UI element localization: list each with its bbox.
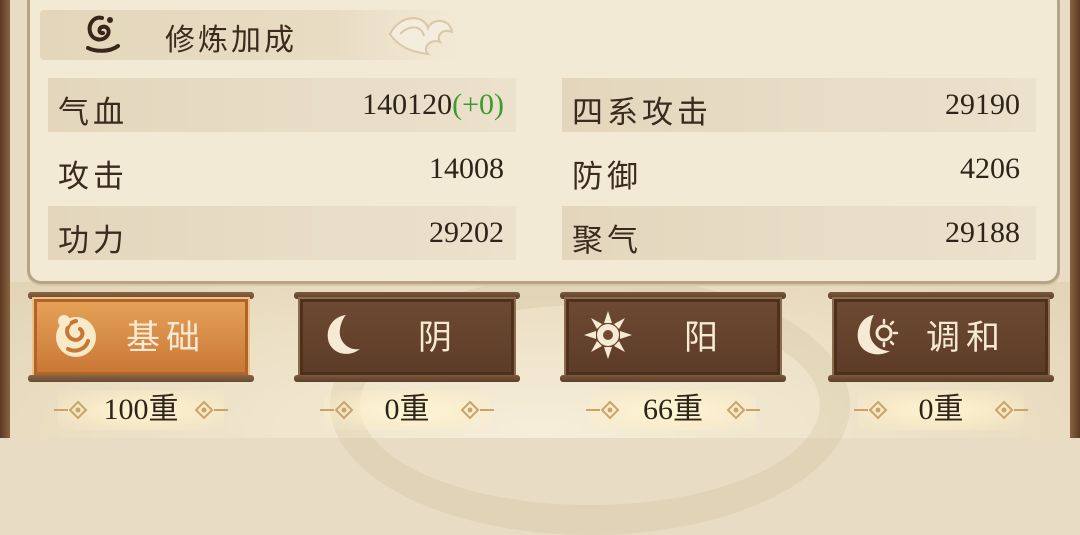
stat-label: 气血 [58, 95, 128, 131]
scroll-rod [560, 375, 786, 382]
right-diamond-ornament-icon [726, 400, 760, 420]
stat-value: 14008 [429, 152, 504, 185]
stat-row-four-element-attack: 四系攻击 29190 [562, 78, 1036, 132]
count-value: 0重 [918, 393, 964, 426]
scroll-rod [294, 375, 520, 382]
count-basic: 100重 [28, 388, 254, 432]
tab-basic[interactable]: 基础 [28, 292, 254, 382]
tab-yin[interactable]: 阴 [294, 292, 520, 382]
right-diamond-ornament-icon [460, 400, 494, 420]
left-diamond-ornament-icon [586, 400, 620, 420]
count-value: 100重 [103, 393, 179, 426]
stat-label: 四系攻击 [572, 95, 712, 131]
stat-row-gather-qi: 聚气 29188 [562, 206, 1036, 260]
stat-value: 29202 [429, 216, 504, 249]
stat-value: 4206 [960, 152, 1020, 185]
right-diamond-ornament-icon [194, 400, 228, 420]
count-harmony: 0重 [828, 388, 1054, 432]
stat-value: 140120(+0) [362, 88, 504, 121]
count-yin: 0重 [294, 388, 520, 432]
tab-label: 阳 [684, 318, 724, 358]
scroll-rod [28, 375, 254, 382]
swirl-emblem-icon [86, 15, 120, 53]
frame-right-edge [1070, 0, 1080, 438]
stat-row-defense: 防御 4206 [562, 142, 1036, 196]
tab-label: 基础 [126, 318, 206, 358]
cloud-ornament-icon [388, 17, 454, 56]
right-diamond-ornament-icon [994, 400, 1028, 420]
tab-yang[interactable]: 阳 [560, 292, 786, 382]
stat-row-hp: 气血 140120(+0) [48, 78, 516, 132]
left-diamond-ornament-icon [854, 400, 888, 420]
crescent-moon-icon [327, 315, 360, 354]
section-title: 修炼加成 [165, 23, 297, 58]
stat-value: 29188 [945, 216, 1020, 249]
stat-label: 功力 [58, 223, 128, 259]
stat-value: 29190 [945, 88, 1020, 121]
count-value: 0重 [384, 393, 430, 426]
stat-row-attack: 攻击 14008 [48, 142, 516, 196]
left-diamond-ornament-icon [54, 400, 88, 420]
stat-bonus: (+0) [452, 88, 504, 121]
tab-harmony[interactable]: 调和 [828, 292, 1054, 382]
left-diamond-ornament-icon [320, 400, 354, 420]
stat-label: 攻击 [58, 159, 128, 195]
sun-icon [584, 311, 632, 359]
tab-label: 阴 [418, 318, 458, 358]
scroll-rod [828, 375, 1054, 382]
count-value: 66重 [643, 393, 703, 426]
stat-label: 防御 [572, 159, 642, 195]
moon-sun-icon [857, 315, 899, 355]
tab-label: 调和 [926, 318, 1006, 358]
count-yang: 66重 [560, 388, 786, 432]
yinyang-spiral-icon [56, 315, 96, 357]
stat-label: 聚气 [572, 223, 642, 259]
frame-left-edge [0, 0, 10, 438]
stat-row-power: 功力 29202 [48, 206, 516, 260]
